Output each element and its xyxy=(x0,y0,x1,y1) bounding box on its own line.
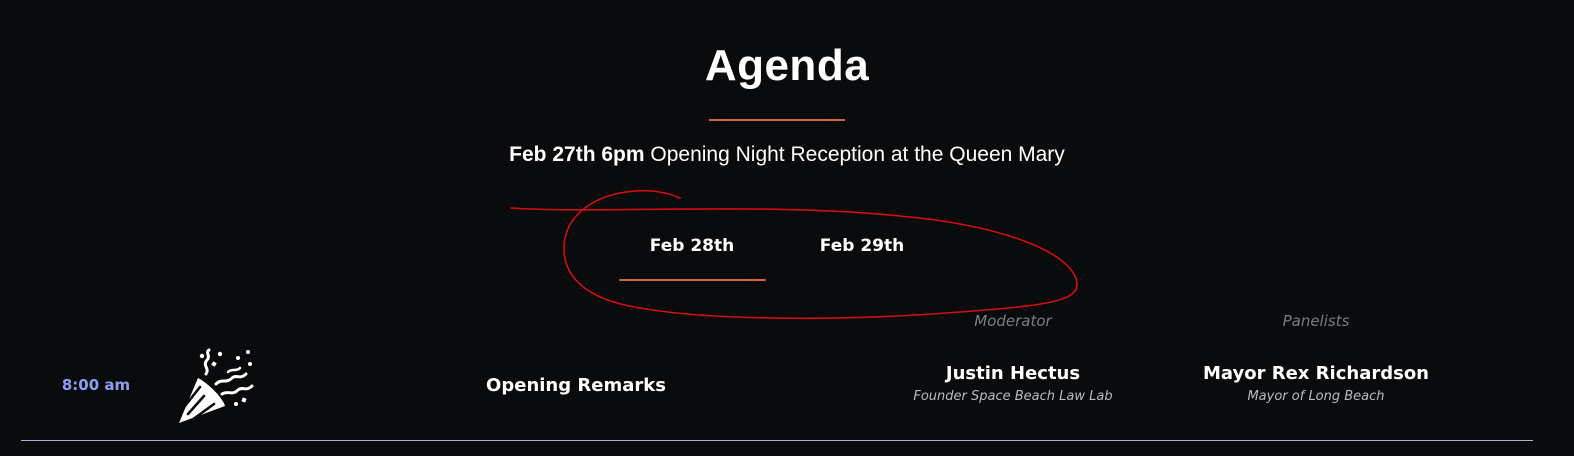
tab-feb-29th[interactable]: Feb 29th xyxy=(790,230,934,262)
panelist-card: Mayor Rex Richardson Mayor of Long Beach xyxy=(1180,361,1452,407)
reception-line: Feb 27th 6pm Opening Night Reception at … xyxy=(0,141,1574,169)
row-divider xyxy=(21,440,1533,441)
reception-date: Feb 27th 6pm xyxy=(509,143,645,166)
panelist-title: Mayor of Long Beach xyxy=(1247,389,1385,404)
session-time: 8:00 am xyxy=(61,376,131,394)
moderator-title: Founder Space Beach Law Lab xyxy=(913,389,1113,404)
moderator-name: Justin Hectus xyxy=(945,363,1081,384)
tab-feb-28th[interactable]: Feb 28th xyxy=(620,230,764,262)
page-title: Agenda xyxy=(704,41,870,90)
party-popper-icon xyxy=(179,348,254,423)
moderator-card: Justin Hectus Founder Space Beach Law La… xyxy=(880,361,1146,407)
panelist-name: Mayor Rex Richardson xyxy=(1202,363,1429,384)
moderator-heading: Moderator xyxy=(974,312,1052,330)
panelists-heading: Panelists xyxy=(1282,312,1350,330)
active-tab-indicator xyxy=(619,279,766,281)
session-title: Opening Remarks xyxy=(486,375,666,396)
title-divider xyxy=(709,119,845,121)
reception-description: Opening Night Reception at the Queen Mar… xyxy=(650,143,1065,166)
